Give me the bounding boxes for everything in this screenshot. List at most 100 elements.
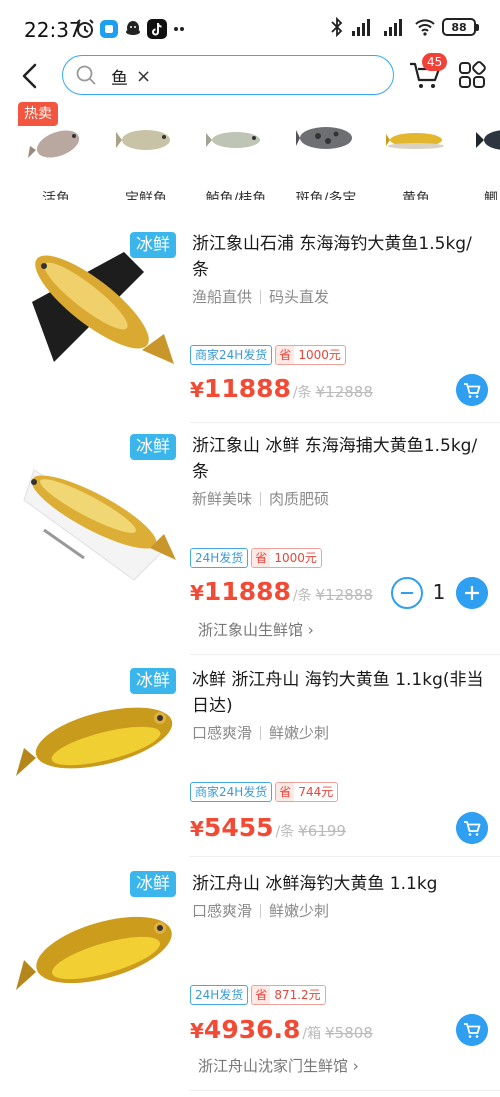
shipping-badge: 商家24H发货 xyxy=(190,782,273,802)
price-row: ¥ 5455 /条 ¥6199 xyxy=(190,813,346,842)
save-badge: 省 1000元 xyxy=(275,345,346,365)
price-symbol: ¥ xyxy=(190,581,204,605)
category-item-fresh-fish[interactable]: 宝鲜鱼 xyxy=(100,114,192,200)
battery-indicator: 88 xyxy=(442,18,479,36)
search-query-text: 鱼 xyxy=(111,69,128,89)
feature-text: 码头直发 xyxy=(269,288,330,306)
price-unit: /条 xyxy=(275,824,295,840)
category-item-grouper[interactable]: 斑鱼/多宝 xyxy=(280,114,372,200)
original-price: ¥5808 xyxy=(325,1024,373,1042)
original-price: ¥12888 xyxy=(315,586,373,604)
fresh-tag: 冰鲜 xyxy=(130,434,176,460)
hot-sale-tag: 热卖 xyxy=(18,102,58,126)
price-symbol: ¥ xyxy=(190,1019,204,1043)
product-image-yellow-croaker xyxy=(16,916,172,990)
shipping-badge: 24H发货 xyxy=(190,985,249,1005)
price-value: 11888 xyxy=(203,577,291,606)
feature-text: 口感爽滑 xyxy=(192,902,253,920)
signal-icon-2 xyxy=(384,19,402,36)
category-item-yellow-croaker[interactable]: 黄鱼 xyxy=(370,114,462,200)
fresh-tag: 冰鲜 xyxy=(130,871,176,897)
promo-badges: 商家24H发货 省 1000元 xyxy=(190,345,346,365)
original-price: ¥6199 xyxy=(298,822,346,840)
more-dots-icon xyxy=(174,27,184,31)
product-title: 浙江象山石浦 东海海钓大黄鱼1.5kg/条 xyxy=(192,234,472,280)
product-features: 渔船直供 码头直发 xyxy=(192,286,329,307)
grouper-fish-image xyxy=(296,127,352,149)
fresh-fish-image xyxy=(116,130,170,150)
status-right: 88 xyxy=(330,17,479,37)
cart-count-badge: 45 xyxy=(422,53,448,71)
divider xyxy=(190,654,500,655)
shipping-badge: 24H发货 xyxy=(190,548,249,568)
status-bar: 22:37 88 xyxy=(0,0,500,56)
category-item-crucian[interactable]: 鲫 xyxy=(460,114,500,200)
wifi-icon xyxy=(415,19,435,36)
save-badge: 省 1000元 xyxy=(251,548,322,568)
save-amount: 1000元 xyxy=(274,551,317,565)
signal-icon xyxy=(352,19,370,36)
search-input[interactable]: 鱼 × xyxy=(62,55,394,95)
product-features: 新鲜美味 肉质肥硕 xyxy=(192,488,329,509)
crucian-fish-image xyxy=(476,130,500,150)
bluetooth-icon xyxy=(331,17,343,37)
add-to-cart-button[interactable] xyxy=(456,812,488,844)
category-label: 黄鱼 xyxy=(402,191,430,200)
price-symbol: ¥ xyxy=(190,817,204,841)
category-item-live-fish[interactable]: 活鱼 xyxy=(10,114,102,200)
add-to-cart-button[interactable] xyxy=(456,374,488,406)
category-row: 热卖 活鱼 宝鲜鱼 鲈鱼/桂鱼 斑鱼/多宝 黄鱼 鲫 xyxy=(0,102,500,200)
product-title: 浙江象山 冰鲜 东海海捕大黄鱼1.5kg/条 xyxy=(192,436,478,482)
decrease-quantity-button[interactable] xyxy=(391,577,423,609)
bass-fish-image xyxy=(206,132,260,148)
store-link[interactable]: 浙江象山生鲜馆 › xyxy=(198,619,314,640)
save-badge: 省 871.2元 xyxy=(251,985,326,1005)
feature-text: 渔船直供 xyxy=(192,288,253,306)
price-symbol: ¥ xyxy=(190,378,204,402)
shipping-badge: 商家24H发货 xyxy=(190,345,273,365)
promo-badges: 24H发货 省 1000元 xyxy=(190,548,322,568)
status-time: 22:37 xyxy=(24,18,82,42)
quantity-value: 1 xyxy=(432,580,446,604)
feature-text: 肉质肥硕 xyxy=(269,490,330,508)
clear-query-icon[interactable]: × xyxy=(136,66,151,87)
product-card[interactable]: 冰鲜 浙江象山 冰鲜 东海海捕大黄鱼1.5kg/条 新鲜美味 肉质肥硕 24H发… xyxy=(0,424,500,655)
product-features: 口感爽滑 鲜嫩少刺 xyxy=(192,722,329,743)
product-title: 冰鲜 浙江舟山 海钓大黄鱼 1.1kg(非当日达) xyxy=(192,670,484,716)
increase-quantity-button[interactable] xyxy=(456,577,488,609)
save-badge: 省 744元 xyxy=(275,782,339,802)
back-arrow-icon[interactable] xyxy=(18,62,42,90)
category-label: 鲈鱼/桂鱼 xyxy=(205,191,267,200)
grid-menu-icon[interactable] xyxy=(458,61,486,89)
search-query-chip[interactable]: 鱼 × xyxy=(111,64,151,89)
price-unit: /条 xyxy=(292,588,312,604)
save-label: 省 xyxy=(252,986,271,1004)
price-value: 5455 xyxy=(203,813,274,842)
save-label: 省 xyxy=(276,783,295,801)
save-amount: 871.2元 xyxy=(274,988,321,1002)
feature-text: 新鲜美味 xyxy=(192,490,253,508)
app-blue-icon xyxy=(100,20,118,38)
add-to-cart-button[interactable] xyxy=(456,1014,488,1046)
category-label: 斑鱼/多宝 xyxy=(295,191,357,200)
qq-icon xyxy=(126,21,140,35)
promo-badges: 24H发货 省 871.2元 xyxy=(190,985,326,1005)
save-label: 省 xyxy=(276,346,295,364)
tiktok-icon xyxy=(147,19,167,39)
store-link[interactable]: 浙江舟山沈家门生鲜馆 › xyxy=(198,1055,359,1076)
product-features: 口感爽滑 鲜嫩少刺 xyxy=(192,900,329,921)
product-image-yellow-croaker xyxy=(16,707,173,776)
price-value: 4936.8 xyxy=(203,1015,301,1044)
product-card[interactable]: 冰鲜 浙江象山石浦 东海海钓大黄鱼1.5kg/条 渔船直供 码头直发 商家24H… xyxy=(0,222,500,423)
category-label: 鲫 xyxy=(484,191,498,200)
product-card[interactable]: 冰鲜 冰鲜 浙江舟山 海钓大黄鱼 1.1kg(非当日达) 口感爽滑 鲜嫩少刺 商… xyxy=(0,656,500,857)
category-item-bass[interactable]: 鲈鱼/桂鱼 xyxy=(190,114,282,200)
price-unit: /箱 xyxy=(302,1026,322,1042)
product-card[interactable]: 冰鲜 浙江舟山 冰鲜海钓大黄鱼 1.1kg 口感爽滑 鲜嫩少刺 24H发货 省 … xyxy=(0,858,500,1097)
feature-text: 口感爽滑 xyxy=(192,724,253,742)
save-label: 省 xyxy=(252,549,271,567)
save-amount: 744元 xyxy=(298,785,334,799)
product-title: 浙江舟山 冰鲜海钓大黄鱼 1.1kg xyxy=(192,874,438,894)
fresh-tag: 冰鲜 xyxy=(130,232,176,258)
original-price: ¥12888 xyxy=(315,383,373,401)
